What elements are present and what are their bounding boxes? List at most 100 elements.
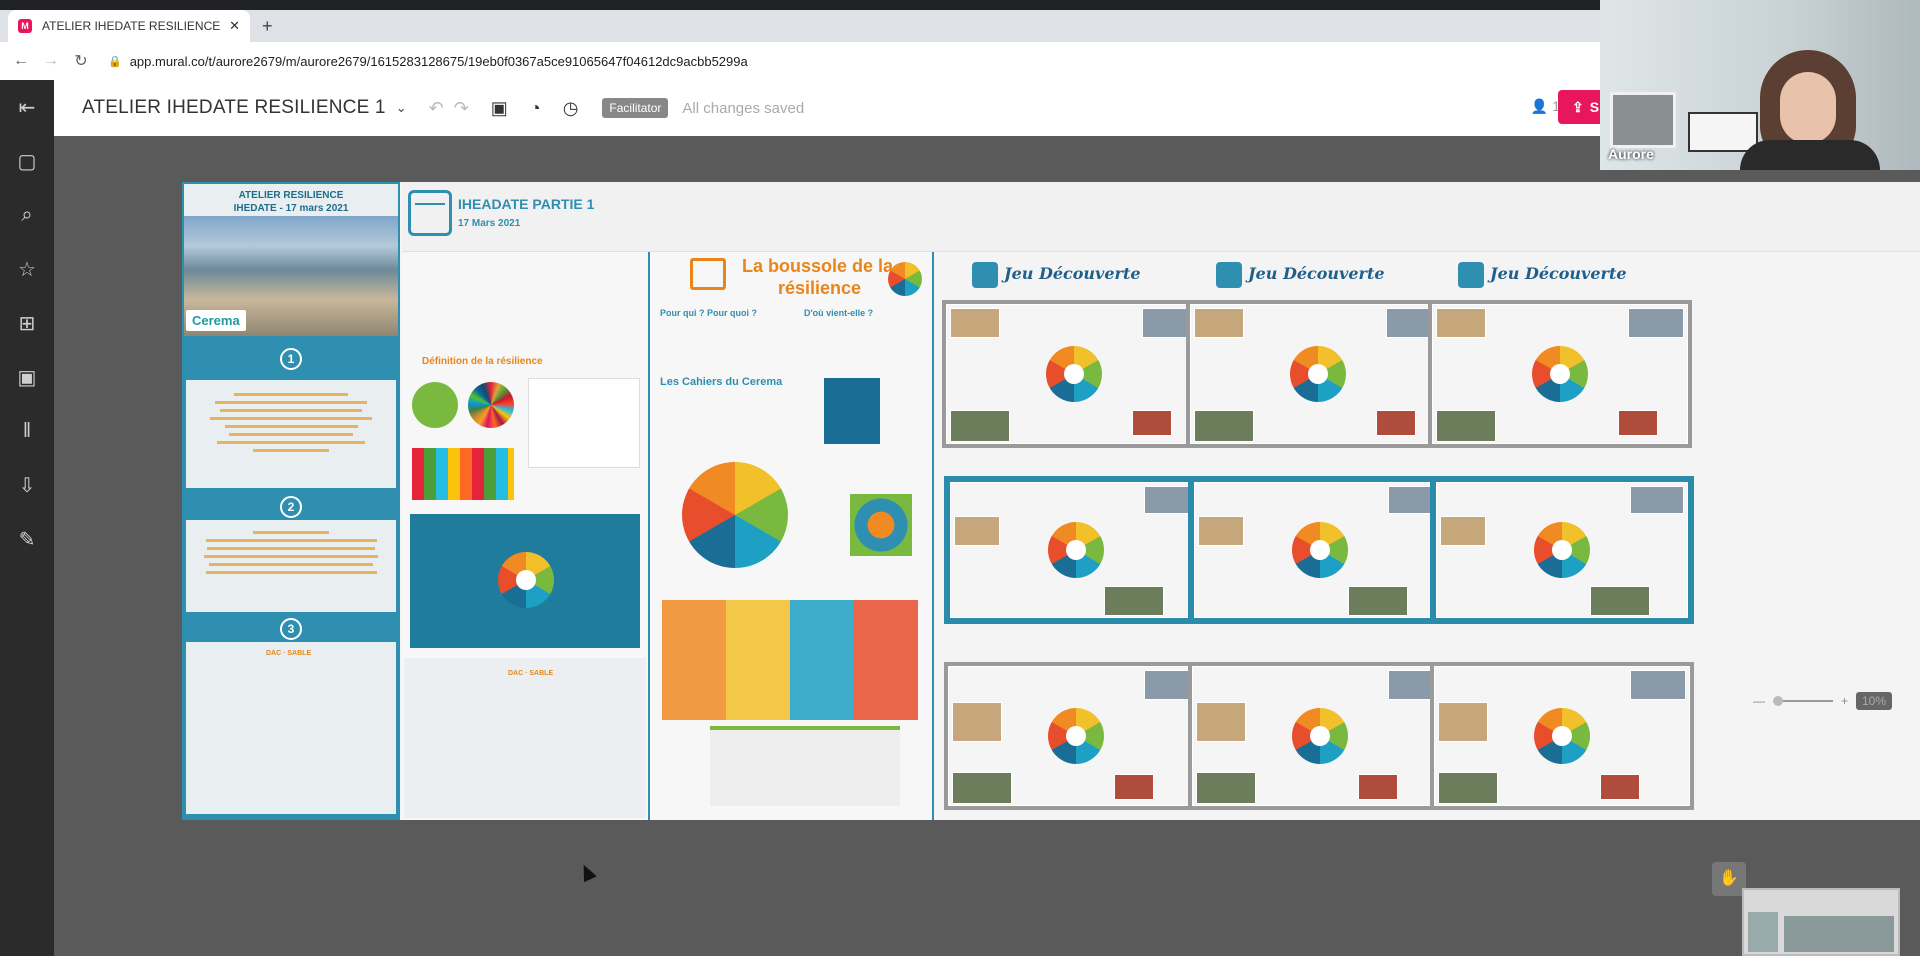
mural-canvas[interactable]: ATELIER RESILIENCE IHEDATE - 17 mars 202… (54, 136, 1920, 956)
url-text: app.mural.co/t/aurore2679/m/aurore2679/1… (129, 53, 748, 69)
section-number-1: 1 (280, 348, 302, 370)
save-status: All changes saved (682, 99, 805, 117)
wall-frame (1688, 112, 1758, 152)
video-tile[interactable]: Aurore (1600, 0, 1920, 170)
cahiers-heading: Les Cahiers du Cerema (660, 376, 783, 388)
game-card[interactable] (1428, 300, 1692, 448)
dac-card-2[interactable]: DAC · SABLE (404, 658, 646, 818)
private-mode-icon[interactable]: ◔ (530, 98, 541, 119)
import-icon[interactable]: ⇩ (0, 458, 54, 512)
workshop-date: IHEDATE - 17 mars 2021 (233, 203, 349, 214)
dac-label: DAC · SABLE (266, 650, 312, 657)
zoom-out-button[interactable]: — (1753, 694, 1765, 708)
close-tab-icon[interactable]: ✕ (229, 18, 240, 34)
pourquoi-heading: Pour qui ? Pour quoi ? (660, 308, 757, 318)
zoom-slider[interactable] (1772, 696, 1833, 706)
brochure-spread (662, 600, 918, 720)
game-board-preview[interactable] (410, 514, 640, 648)
program-card[interactable] (186, 380, 396, 488)
game-card[interactable] (1186, 300, 1450, 448)
game-card[interactable] (1188, 662, 1452, 810)
sticky-note-icon[interactable]: ▢ (0, 134, 54, 188)
cerema-logo: Cerema (186, 310, 246, 331)
image-icon[interactable]: ▣ (0, 350, 54, 404)
dou-vient-heading: D'où vient-elle ? (804, 308, 874, 318)
presentation-icon (690, 258, 726, 290)
compass-wheel-icon (1292, 708, 1348, 764)
compass-wheel-icon (1290, 346, 1346, 402)
game-card[interactable] (944, 476, 1208, 624)
definition-panel[interactable]: Définition de la résilience DAC · SABLE (402, 252, 648, 820)
timer-icon[interactable]: ◷ (563, 98, 579, 119)
star-icon[interactable]: ☆ (0, 242, 54, 296)
mural-title[interactable]: ATELIER IHEDATE RESILIENCE 1 (82, 97, 386, 119)
game-card[interactable] (1430, 476, 1694, 624)
definition-title: Définition de la résilience (422, 356, 543, 367)
reload-icon[interactable]: ↻ (66, 51, 96, 71)
chevron-down-icon[interactable]: ⌄ (396, 100, 407, 116)
jeu-heading-2: Jeu Découverte (1248, 264, 1385, 283)
game-card[interactable] (942, 300, 1206, 448)
compass-wheel-icon (498, 552, 554, 608)
booklet-pages (710, 726, 900, 806)
part-header: IHEADATE PARTIE 1 17 Mars 2021 (402, 182, 1920, 252)
big-compass-icon (682, 462, 788, 568)
sdg-circle-icon (468, 382, 514, 428)
url-field[interactable]: 🔒 app.mural.co/t/aurore2679/m/aurore2679… (108, 54, 748, 69)
hand-tool-icon[interactable]: ✋ (1712, 862, 1746, 896)
resilience-curve-chart (528, 378, 640, 468)
calendar-icon (408, 190, 452, 236)
pen-icon[interactable]: ✎ (0, 512, 54, 566)
sdg-grid (412, 448, 514, 500)
boussole-title-line2: résilience (778, 278, 862, 298)
rules-card[interactable] (186, 520, 396, 612)
section-number-2: 2 (280, 496, 302, 518)
compass-wheel-icon (1292, 522, 1348, 578)
compass-wheel-icon (1534, 522, 1590, 578)
back-arrow-icon[interactable]: ← (6, 52, 36, 70)
minimap[interactable] (1742, 888, 1900, 956)
compass-small-icon (888, 262, 922, 296)
comment-search-icon[interactable]: ⌕ (0, 188, 54, 242)
exit-icon[interactable]: ⇤ (0, 80, 54, 134)
compass-wheel-icon (1048, 522, 1104, 578)
forward-arrow-icon[interactable]: → (36, 52, 66, 70)
undo-icon[interactable]: ↶ (429, 98, 444, 119)
frameworks-icon[interactable]: ⊞ (0, 296, 54, 350)
share-label: S (1589, 99, 1600, 115)
game-icon-3 (1458, 262, 1484, 288)
dac-card[interactable]: DAC · SABLE (186, 642, 396, 814)
game-icon-1 (972, 262, 998, 288)
intro-column[interactable]: ATELIER RESILIENCE IHEDATE - 17 mars 202… (182, 182, 400, 820)
boussole-panel[interactable]: La boussole de la résilience Pour qui ? … (650, 252, 932, 820)
new-tab-icon[interactable]: + (262, 16, 273, 37)
participant-face (1780, 72, 1836, 144)
outline-icon[interactable]: ▣ (491, 98, 508, 119)
workshop-title: ATELIER RESILIENCE (238, 190, 344, 201)
library-icon[interactable]: ‖ (0, 404, 54, 458)
game-card[interactable] (1188, 476, 1452, 624)
facilitator-badge[interactable]: Facilitator (602, 98, 669, 118)
section-number-3: 3 (280, 618, 302, 640)
participant-body (1740, 140, 1880, 170)
lock-icon: 🔒 (108, 55, 122, 68)
sdg-wheel-icon (412, 382, 458, 428)
mural-left-rail: ⇤ ▢ ⌕ ☆ ⊞ ▣ ‖ ⇩ ✎ (0, 80, 54, 956)
mural-favicon-icon: M (18, 19, 32, 33)
redo-icon[interactable]: ↷ (454, 98, 469, 119)
jeu-heading-1: Jeu Découverte (1004, 264, 1141, 283)
compass-wheel-icon (1532, 346, 1588, 402)
game-card[interactable] (1430, 662, 1694, 810)
participant-name: Aurore (1608, 146, 1654, 162)
compass-wheel-icon (1046, 346, 1102, 402)
tab-title: ATELIER IHEDATE RESILIENCE 1 - (42, 19, 224, 33)
zoom-in-button[interactable]: + (1841, 694, 1848, 708)
zoom-controls: — + 10% (1753, 692, 1892, 710)
browser-tab[interactable]: M ATELIER IHEDATE RESILIENCE 1 - ✕ (8, 10, 250, 42)
compass-wheel-icon (1048, 708, 1104, 764)
zoom-percent[interactable]: 10% (1855, 692, 1892, 710)
part-title: IHEADATE PARTIE 1 (458, 196, 595, 212)
user-count[interactable]: 👤 1 (1531, 98, 1560, 115)
game-card[interactable] (944, 662, 1208, 810)
mural-board[interactable]: ATELIER RESILIENCE IHEDATE - 17 mars 202… (182, 182, 1920, 820)
